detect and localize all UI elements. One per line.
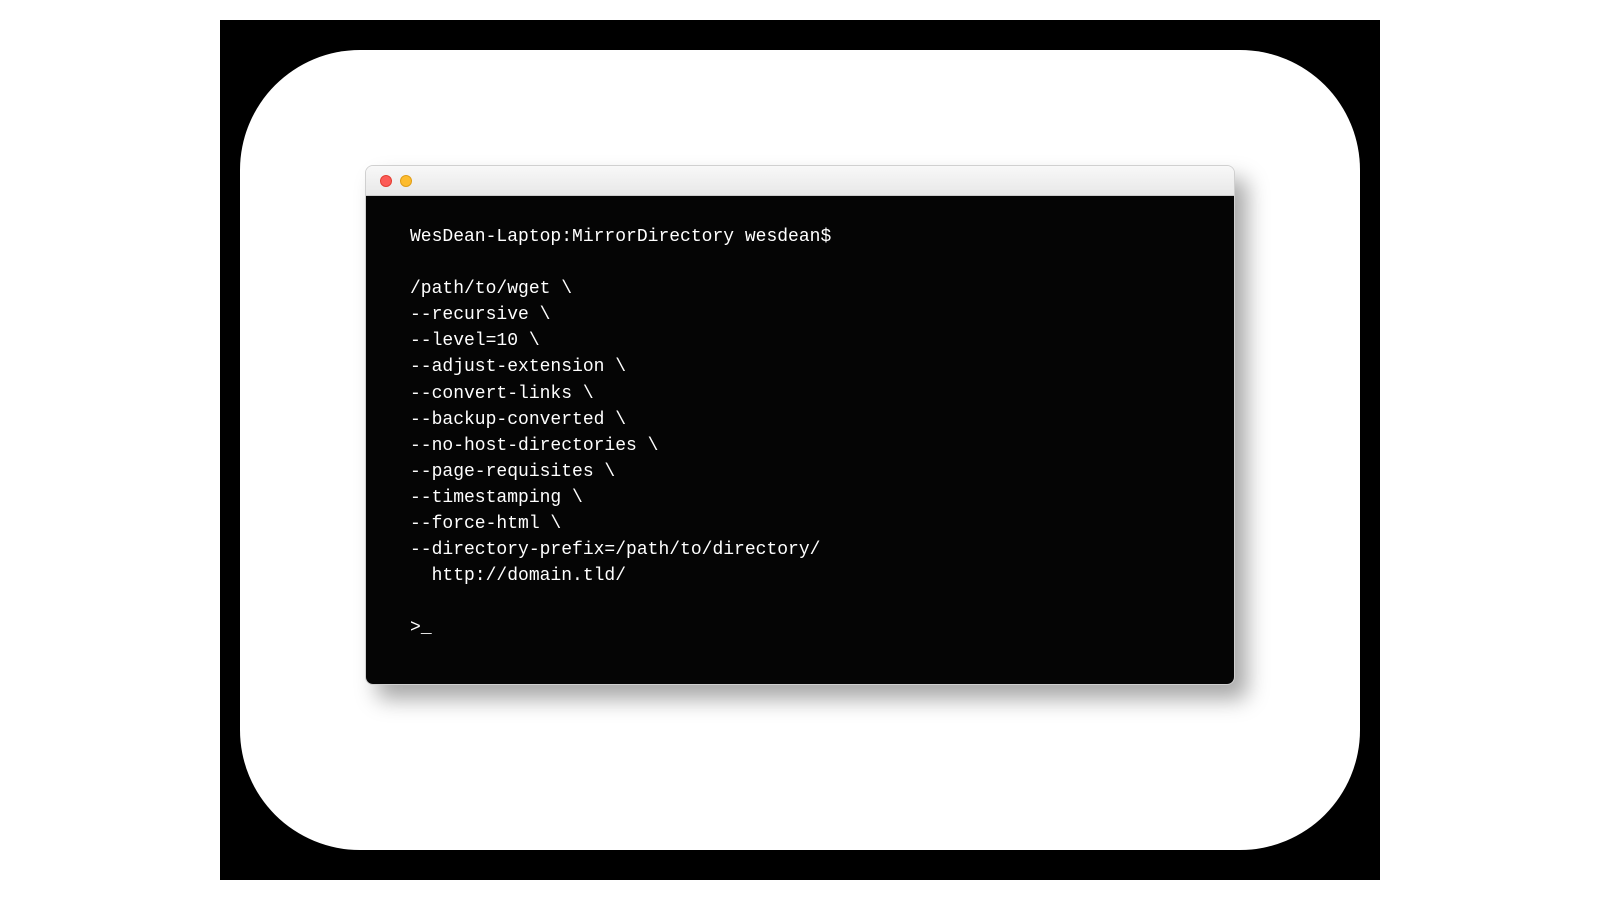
terminal-line: --no-host-directories \ <box>410 436 658 456</box>
terminal-line: http://domain.tld/ <box>410 566 626 586</box>
terminal-line: --recursive \ <box>410 305 550 325</box>
terminal-line: --directory-prefix=/path/to/directory/ <box>410 540 820 560</box>
white-rounded-panel: WesDean-Laptop:MirrorDirectory wesdean$ … <box>240 50 1360 850</box>
terminal-line: --force-html \ <box>410 514 561 534</box>
terminal-line: --level=10 \ <box>410 331 540 351</box>
terminal-line: /path/to/wget \ <box>410 279 572 299</box>
terminal-line: --page-requisites \ <box>410 462 615 482</box>
terminal-cursor: _ <box>421 615 432 641</box>
terminal-line: --timestamping \ <box>410 488 583 508</box>
window-close-button[interactable] <box>380 175 392 187</box>
terminal-prompt: WesDean-Laptop:MirrorDirectory wesdean$ <box>410 227 831 247</box>
terminal-line: --adjust-extension \ <box>410 357 626 377</box>
terminal-line: --convert-links \ <box>410 384 594 404</box>
outer-black-frame: WesDean-Laptop:MirrorDirectory wesdean$ … <box>220 20 1380 880</box>
terminal-body[interactable]: WesDean-Laptop:MirrorDirectory wesdean$ … <box>366 196 1234 684</box>
terminal-titlebar <box>366 166 1234 196</box>
window-minimize-button[interactable] <box>400 175 412 187</box>
terminal-line: --backup-converted \ <box>410 410 626 430</box>
terminal-window: WesDean-Laptop:MirrorDirectory wesdean$ … <box>365 165 1235 685</box>
terminal-next-prompt: > <box>410 618 421 638</box>
